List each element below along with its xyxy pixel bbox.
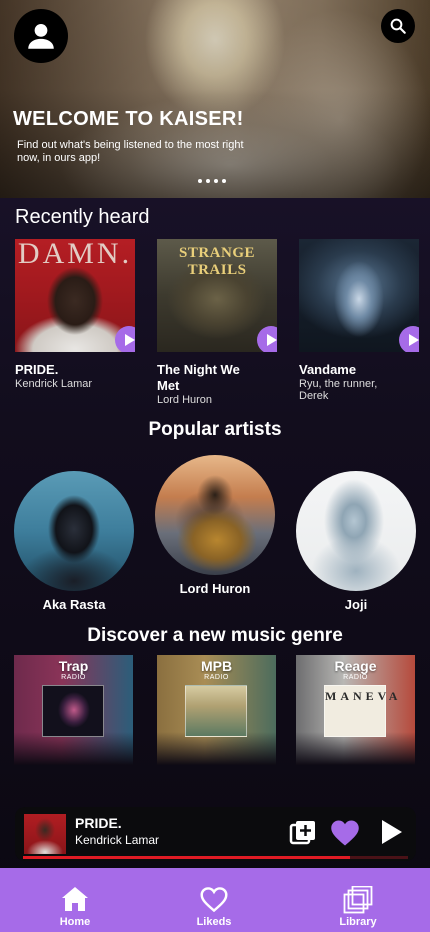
album-cover[interactable] [299,239,419,352]
play-button[interactable] [115,326,135,352]
carousel-dot[interactable] [214,179,218,183]
genre-artwork: MANEVA [324,685,402,737]
genre-name: Reage [334,658,377,674]
artist-card[interactable]: Aka Rasta [14,471,134,612]
genre-sub: RADIO [204,674,229,681]
nav-item-library[interactable]: Library [308,868,408,932]
genre-card[interactable]: Trap RADIO [14,655,133,765]
recent-card[interactable]: DAMN. PRIDE. Kendrick Lamar [15,239,135,390]
artist-name: Joji [344,597,368,612]
carousel-dot[interactable] [222,179,226,183]
album-cover[interactable]: DAMN. [15,239,135,352]
artist-card[interactable]: Lord Huron [155,455,275,596]
track-artist: Ryu, the runner, Derek [299,378,378,402]
library-icon [343,886,373,914]
genre-sub: RADIO [61,674,86,681]
recent-card[interactable]: Vandame Ryu, the runner, Derek [299,239,419,402]
cover-text: MANEVA [325,689,402,703]
artist-name: Aka Rasta [42,597,106,612]
artist-photo[interactable] [155,455,275,575]
hero-subtitle: Find out what's being listened to the mo… [17,139,244,164]
carousel-dot[interactable] [198,179,202,183]
recent-card[interactable]: STRANGE TRAILS The Night We Met Lord Hur… [157,239,277,406]
play-icon [409,334,419,346]
mini-player[interactable]: PRIDE. Kendrick Lamar [15,807,416,861]
add-playlist-icon [289,821,315,845]
heart-icon [200,887,228,913]
player-artist: Kendrick Lamar [75,833,160,847]
play-icon [382,820,402,844]
genre-card[interactable]: MPB RADIO [157,655,276,765]
home-icon [62,887,88,911]
artist-photo[interactable] [14,471,134,591]
track-artist: Kendrick Lamar [15,378,93,390]
play-icon [125,334,135,346]
user-icon [28,23,54,49]
heart-icon [331,820,359,846]
nav-label: Likeds [196,916,232,928]
artist-name: Lord Huron [179,581,251,596]
nav-label: Home [59,916,91,928]
progress-fill [23,856,351,859]
genre-name: MPB [200,658,233,674]
discover-genre-title: Discover a new music genre [87,625,343,646]
bottom-navigation: Home Likeds Library [0,868,430,932]
album-cover[interactable]: STRANGE TRAILS [157,239,277,352]
play-button[interactable] [257,326,277,352]
hero-banner[interactable]: WELCOME TO KAISER! Find out what's being… [0,0,430,198]
hero-title: WELCOME TO KAISER! [13,108,244,130]
track-title: The Night We Met [157,362,240,393]
player-title: PRIDE. [75,815,122,831]
artist-photo[interactable] [296,471,416,591]
popular-artists-title: Popular artists [148,419,282,440]
carousel-dots[interactable] [198,179,226,183]
cover-text: STRANGE TRAILS [178,245,256,278]
genre-card[interactable]: Reage RADIO MANEVA [296,655,415,765]
carousel-dot[interactable] [206,179,210,183]
play-button[interactable] [379,819,403,845]
player-thumbnail [24,814,66,854]
genre-artwork [42,685,104,737]
search-button[interactable] [381,9,415,43]
recently-heard-title: Recently heard [15,206,150,228]
artist-card[interactable]: Joji [296,471,416,612]
cover-text: DAMN. [17,239,133,270]
track-artist: Lord Huron [157,394,213,406]
search-icon [390,18,406,34]
track-title: PRIDE. [15,362,59,377]
genre-artwork [185,685,247,737]
play-button[interactable] [399,326,419,352]
recently-heard-list: DAMN. PRIDE. Kendrick Lamar STRANGE TRAI… [15,239,430,409]
track-title: Vandame [299,362,357,377]
profile-avatar[interactable] [14,9,68,63]
genre-sub: RADIO [343,674,368,681]
like-button[interactable] [330,819,360,847]
play-icon [267,334,277,346]
nav-item-home[interactable]: Home [25,868,125,932]
progress-bar[interactable] [23,856,408,859]
add-to-playlist-button[interactable] [289,819,317,847]
nav-label: Library [339,916,377,928]
genre-name: Trap [58,658,89,674]
nav-item-likeds[interactable]: Likeds [164,868,264,932]
